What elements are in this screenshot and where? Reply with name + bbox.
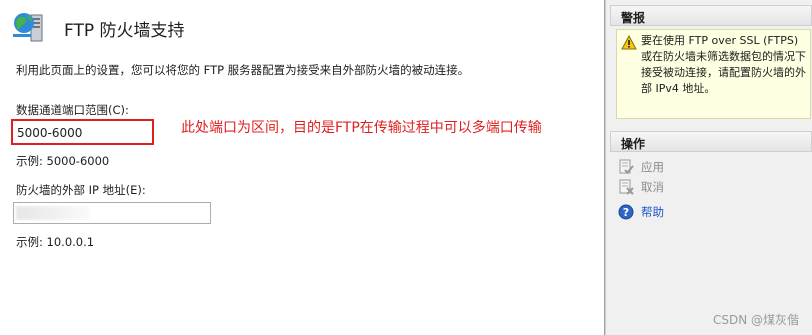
help-action[interactable]: ? 帮助 [618, 203, 664, 221]
main-panel: FTP 防火墙支持 利用此页面上的设置，您可以将您的 FTP 服务器配置为接受来… [0, 0, 605, 335]
data-channel-range-label: 数据通道端口范围(C): [16, 103, 129, 117]
ftp-firewall-icon [13, 13, 43, 42]
cancel-label: 取消 [641, 180, 664, 194]
warning-icon [621, 35, 637, 50]
external-ip-label: 防火墙的外部 IP 地址(E): [16, 183, 146, 197]
alert-header: 警报 [610, 5, 812, 26]
alert-text: 要在使用 FTP over SSL (FTPS)或在防火墙未筛选数据包的情况下接… [641, 34, 806, 95]
apply-label: 应用 [641, 160, 664, 174]
page-description: 利用此页面上的设置，您可以将您的 FTP 服务器配置为接受来自外部防火墙的被动连… [16, 63, 470, 77]
cancel-action[interactable]: 取消 [618, 178, 664, 196]
cancel-icon [619, 179, 634, 195]
apply-icon [619, 159, 634, 174]
page-header [11, 7, 47, 47]
alert-box: 要在使用 FTP over SSL (FTPS)或在防火墙未筛选数据包的情况下接… [616, 29, 811, 119]
watermark: CSDN @煤灰偕 [712, 313, 799, 327]
range-example: 示例: 5000-6000 [16, 154, 110, 168]
external-ip-input[interactable] [13, 202, 211, 224]
apply-action[interactable]: 应用 [618, 158, 664, 176]
page-title: FTP 防火墙支持 [64, 21, 185, 41]
svg-text:?: ? [623, 206, 629, 219]
red-annotation: 此处端口为区间，目的是FTP在传输过程中可以多端口传输 [181, 120, 542, 136]
data-channel-range-input[interactable]: 5000-6000 [11, 119, 154, 145]
help-icon: ? [618, 204, 634, 220]
sidebar: 警报 要在使用 FTP over SSL (FTPS)或在防火墙未筛选数据包的情… [605, 0, 812, 335]
help-label: 帮助 [641, 205, 664, 219]
redacted-ip-blur [16, 206, 90, 220]
actions-header: 操作 [610, 131, 812, 152]
ip-example: 示例: 10.0.0.1 [16, 235, 95, 249]
